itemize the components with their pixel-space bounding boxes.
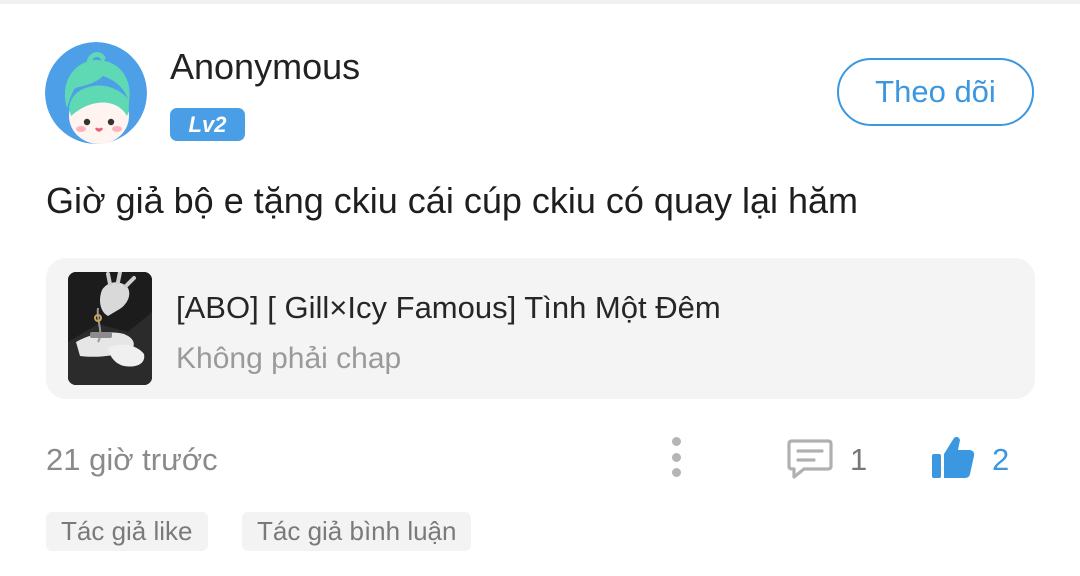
top-divider: [0, 0, 1080, 4]
thumbs-up-icon[interactable]: [930, 434, 976, 480]
reply-count: 1: [850, 442, 868, 477]
comment-text: Giờ giả bộ e tặng ckiu cái cúp ckiu có q…: [46, 180, 859, 221]
username[interactable]: Anonymous: [170, 46, 360, 88]
cartoon-avatar-icon: [45, 42, 147, 144]
story-cover-image: [68, 272, 152, 385]
follow-button[interactable]: Theo dõi: [837, 58, 1034, 126]
linked-story-subtitle: Không phải chap: [176, 342, 402, 375]
more-options-icon[interactable]: [666, 437, 686, 477]
author-commented-tag: Tác giả bình luận: [242, 512, 472, 551]
comment-timestamp: 21 giờ trước: [46, 442, 218, 477]
linked-story-card[interactable]: [ABO] [ Gill×Icy Famous] Tình Một Đêm Kh…: [46, 258, 1035, 399]
author-like-tag: Tác giả like: [46, 512, 208, 551]
user-avatar[interactable]: [45, 42, 147, 144]
level-badge: Lv2: [170, 108, 245, 141]
linked-story-title: [ABO] [ Gill×Icy Famous] Tình Một Đêm: [176, 290, 721, 325]
like-count: 2: [992, 442, 1010, 477]
reply-icon[interactable]: [786, 436, 834, 480]
story-cover: [68, 272, 152, 385]
